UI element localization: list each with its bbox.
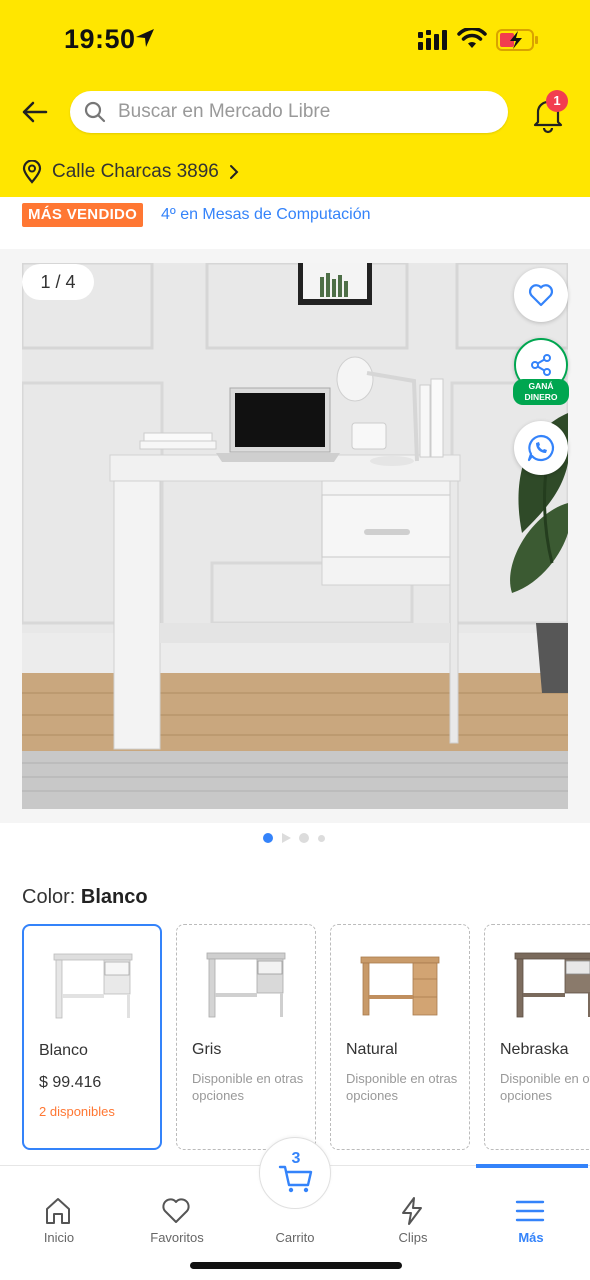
product-image[interactable] bbox=[22, 263, 568, 809]
cellular-signal-icon bbox=[418, 30, 447, 50]
nav-inicio[interactable]: Inicio bbox=[9, 1180, 109, 1250]
search-bar[interactable] bbox=[70, 91, 508, 133]
nav-favoritos[interactable]: Favoritos bbox=[127, 1180, 227, 1250]
variant-thumbnail bbox=[206, 952, 286, 1018]
search-input[interactable] bbox=[118, 91, 488, 133]
nav-active-indicator bbox=[476, 1164, 588, 1168]
home-icon bbox=[46, 1198, 70, 1224]
bestseller-badge: MÁS VENDIDO bbox=[22, 203, 144, 227]
earn-label-line1: GANÁ bbox=[528, 381, 554, 391]
chevron-right-icon bbox=[229, 165, 239, 179]
nav-label: Clips bbox=[398, 1230, 428, 1245]
pagination-dot[interactable] bbox=[318, 835, 325, 842]
variant-thumbnail bbox=[514, 952, 590, 1018]
whatsapp-share-button[interactable] bbox=[514, 421, 568, 475]
variant-natural[interactable]: Natural Disponible en otras opciones bbox=[330, 924, 470, 1150]
location-pin-icon bbox=[22, 160, 42, 184]
ranking-link[interactable]: 4º en Mesas de Computación bbox=[161, 206, 371, 224]
location-arrow-icon bbox=[136, 29, 154, 47]
variant-blanco[interactable]: Blanco $ 99.416 2 disponibles bbox=[22, 924, 162, 1150]
earn-money-badge: GANÁ DINERO bbox=[513, 379, 569, 405]
back-button[interactable] bbox=[16, 94, 52, 130]
heart-icon bbox=[528, 284, 554, 307]
color-label-prefix: Color: bbox=[22, 886, 76, 908]
image-counter: 1 / 4 bbox=[22, 264, 94, 300]
pagination-dot[interactable] bbox=[299, 833, 309, 843]
cart-button[interactable]: 3 bbox=[259, 1137, 331, 1209]
video-play-icon[interactable] bbox=[281, 833, 291, 843]
earn-label-line2: DINERO bbox=[524, 392, 558, 402]
nav-label: Inicio bbox=[43, 1230, 75, 1245]
wifi-icon bbox=[457, 28, 487, 48]
nav-label: Más bbox=[518, 1230, 544, 1245]
pagination-dot-active[interactable] bbox=[263, 833, 273, 843]
nav-clips[interactable]: Clips bbox=[363, 1180, 463, 1250]
share-icon bbox=[531, 354, 551, 376]
heart-icon bbox=[162, 1198, 190, 1223]
variant-price: $ 99.416 bbox=[39, 1074, 102, 1091]
variant-thumbnail bbox=[360, 956, 440, 1016]
color-selector-label: Color: Blanco bbox=[22, 886, 148, 909]
variant-stock: 2 disponibles bbox=[39, 1104, 115, 1119]
variant-availability: Disponible en otras opciones bbox=[346, 1071, 458, 1103]
delivery-address[interactable]: Calle Charcas 3896 bbox=[22, 158, 239, 186]
variant-availability: Disponible en otras opciones bbox=[500, 1071, 590, 1103]
variant-thumbnail bbox=[53, 953, 133, 1019]
search-icon bbox=[84, 101, 106, 123]
selected-color: Blanco bbox=[80, 886, 148, 908]
variant-name: Nebraska bbox=[500, 1041, 569, 1058]
cart-icon bbox=[278, 1165, 313, 1193]
home-indicator bbox=[190, 1262, 402, 1269]
whatsapp-icon bbox=[527, 434, 555, 462]
bolt-icon bbox=[402, 1197, 422, 1225]
desk-photo-illustration bbox=[22, 263, 568, 809]
variant-nebraska[interactable]: Nebraska Disponible en otras opciones bbox=[484, 924, 590, 1150]
variant-availability: Disponible en otras opciones bbox=[192, 1071, 304, 1103]
battery-charging-icon bbox=[496, 29, 538, 51]
variant-gris[interactable]: Gris Disponible en otras opciones bbox=[176, 924, 316, 1150]
menu-icon bbox=[515, 1200, 545, 1222]
status-time: 19:50 bbox=[64, 24, 136, 54]
image-pagination bbox=[0, 832, 590, 846]
variant-name: Gris bbox=[192, 1041, 222, 1058]
variant-name: Blanco bbox=[39, 1042, 88, 1059]
variant-name: Natural bbox=[346, 1041, 398, 1058]
status-bar: 19:50 bbox=[0, 0, 590, 80]
nav-label: Favoritos bbox=[150, 1230, 204, 1245]
address-text: Calle Charcas 3896 bbox=[52, 161, 219, 182]
notification-badge: 1 bbox=[546, 90, 568, 112]
nav-mas[interactable]: Más bbox=[481, 1180, 581, 1250]
arrow-left-icon bbox=[22, 101, 48, 123]
nav-label: Carrito bbox=[275, 1230, 315, 1245]
favorite-button[interactable] bbox=[514, 268, 568, 322]
top-header: 19:50 1 Ca bbox=[0, 0, 590, 197]
color-variants: Blanco $ 99.416 2 disponibles Gris Dispo… bbox=[22, 924, 590, 1152]
bestseller-row: MÁS VENDIDO 4º en Mesas de Computación bbox=[0, 197, 590, 249]
